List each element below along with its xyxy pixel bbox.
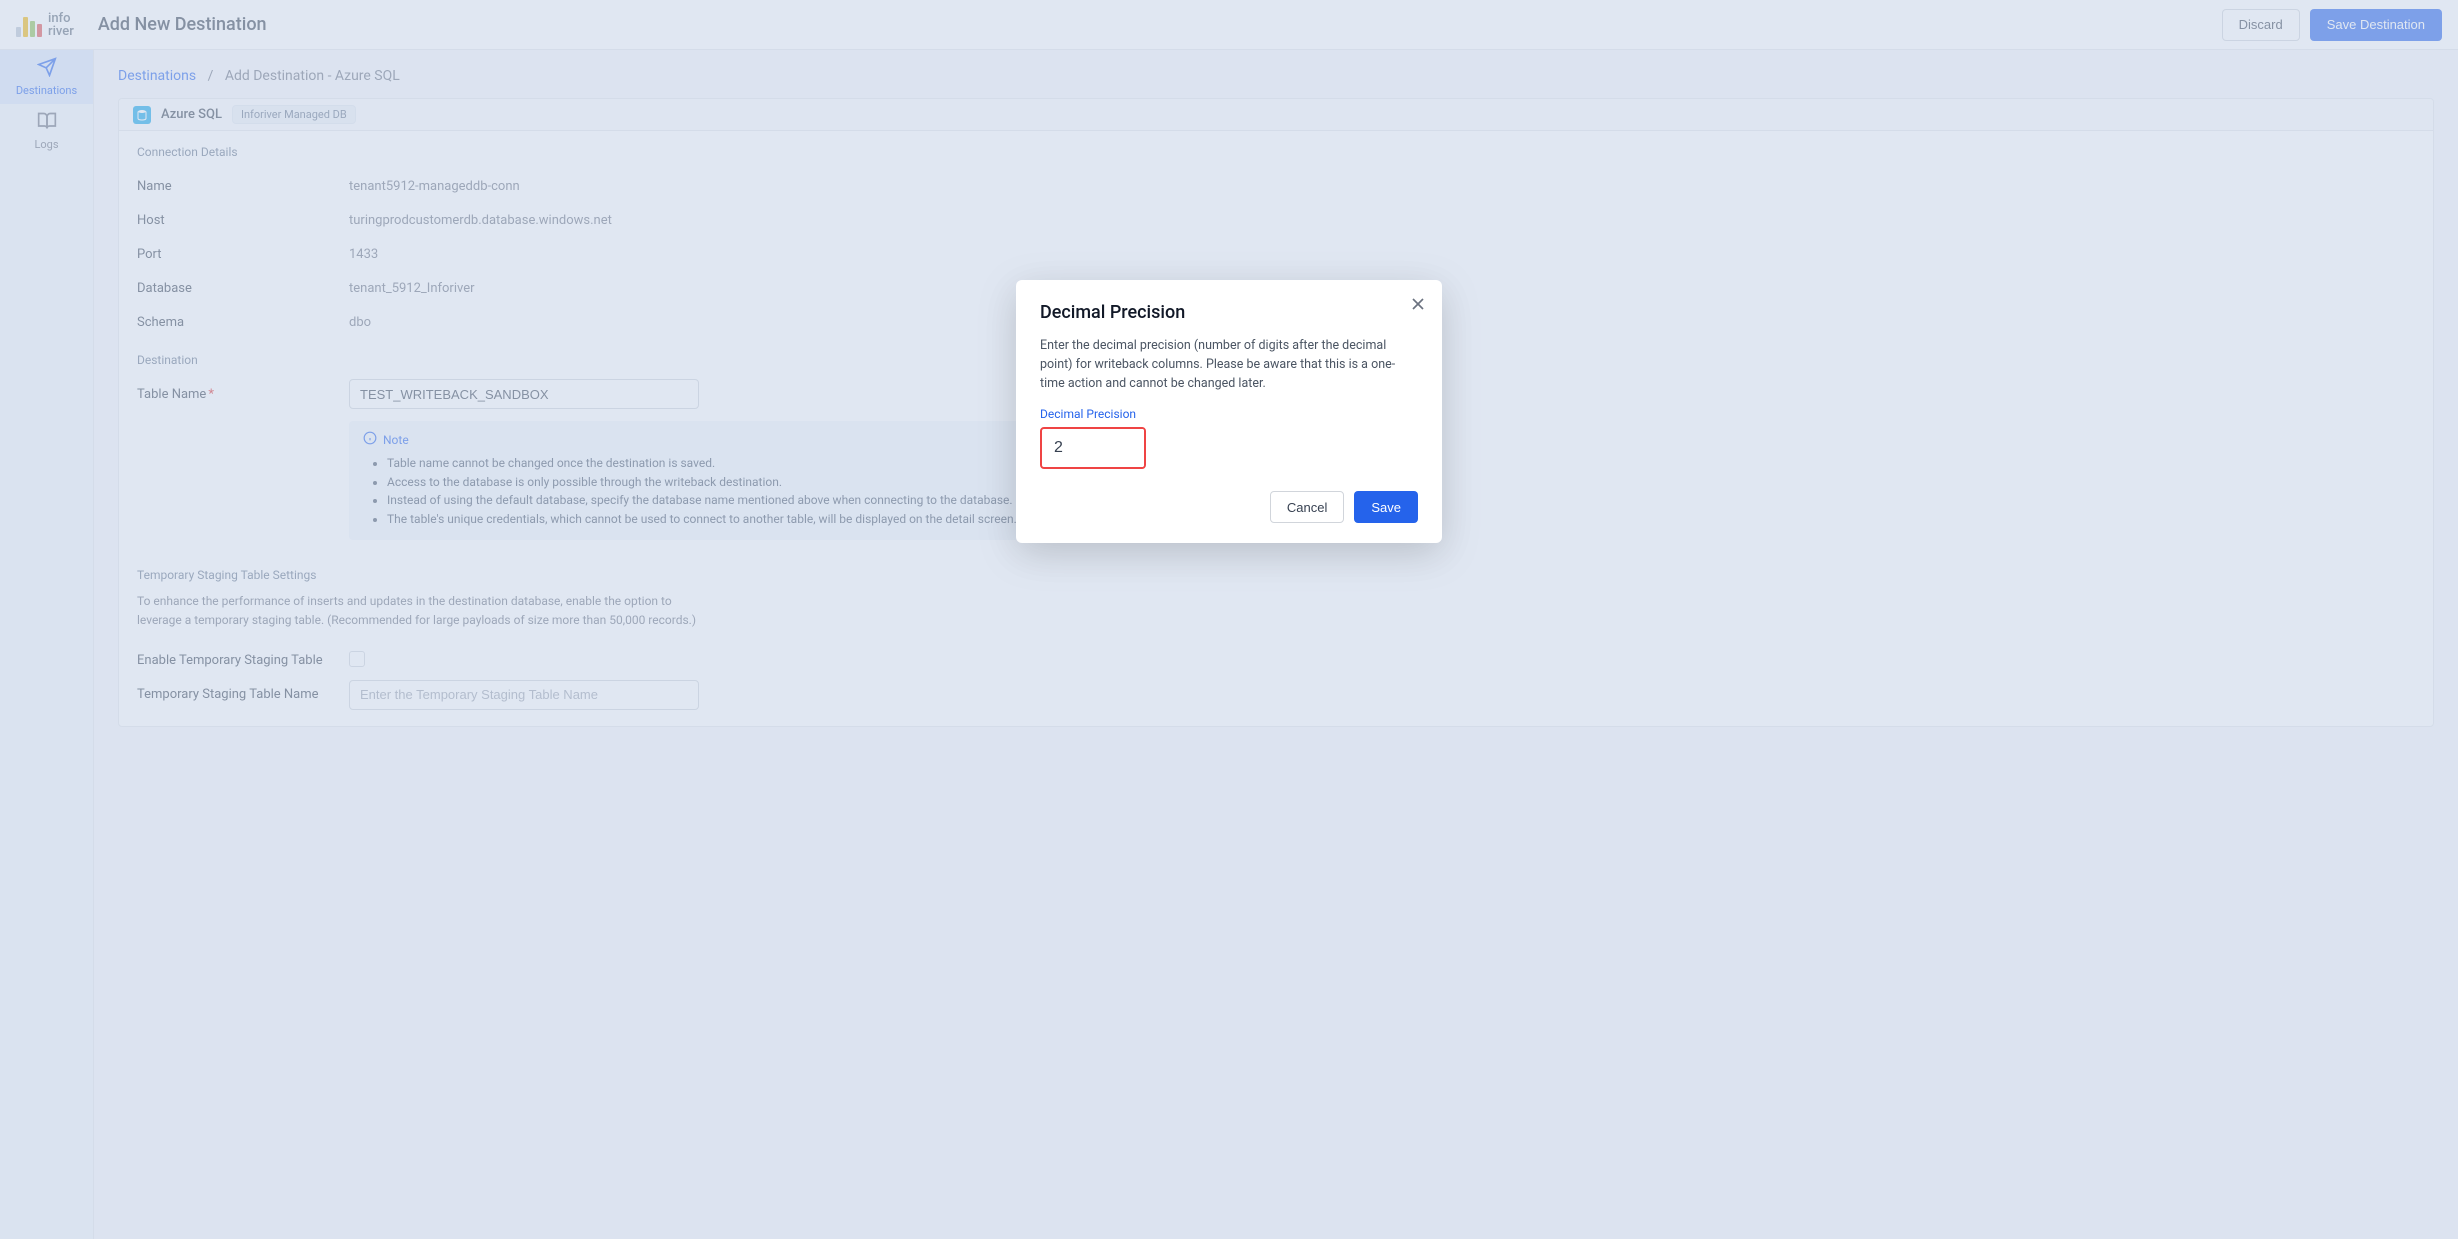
dialog-title: Decimal Precision xyxy=(1040,302,1418,323)
dialog-close-button[interactable] xyxy=(1408,294,1428,318)
precision-field-label: Decimal Precision xyxy=(1040,407,1418,421)
precision-input[interactable] xyxy=(1042,429,1146,467)
modal-scrim[interactable]: Decimal Precision Enter the decimal prec… xyxy=(0,0,2458,1239)
dialog-actions: Cancel Save xyxy=(1040,491,1418,523)
precision-stepper: ▲ ▼ xyxy=(1040,427,1146,469)
decimal-precision-dialog: Decimal Precision Enter the decimal prec… xyxy=(1016,280,1442,543)
dialog-body: Enter the decimal precision (number of d… xyxy=(1040,337,1418,393)
dialog-cancel-button[interactable]: Cancel xyxy=(1270,491,1344,523)
dialog-save-button[interactable]: Save xyxy=(1354,491,1418,523)
close-icon xyxy=(1408,303,1428,318)
